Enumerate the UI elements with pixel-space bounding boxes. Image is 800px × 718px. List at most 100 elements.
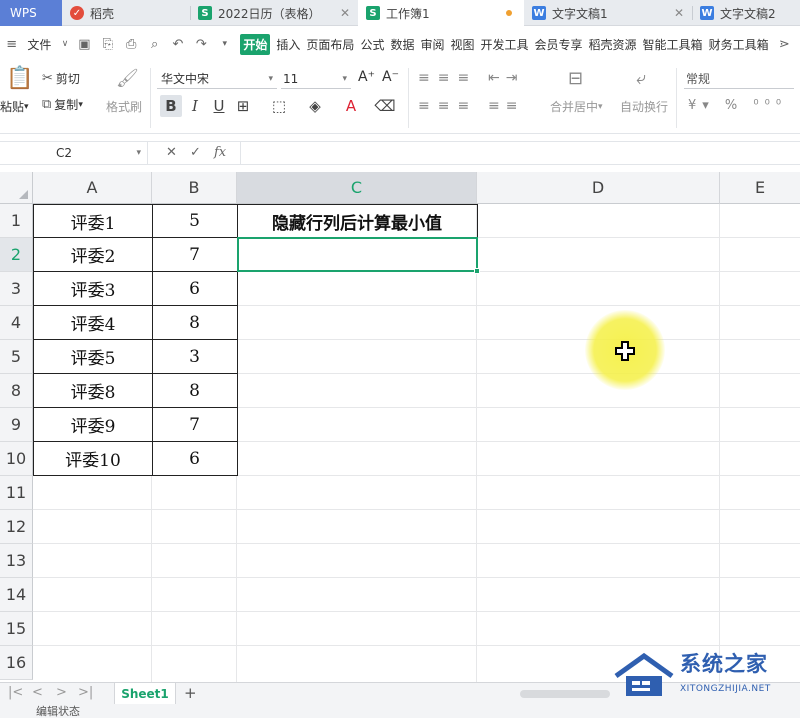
cell-a4[interactable]: 评委4 [33, 306, 153, 340]
cell-a9[interactable]: 评委9 [33, 408, 153, 442]
function-icon[interactable]: fx [214, 145, 226, 160]
horizontal-scrollbar[interactable] [520, 690, 610, 698]
tab-workbook[interactable]: S 工作簿1 [358, 0, 524, 26]
active-cell-c2[interactable] [237, 237, 478, 272]
row-header[interactable]: 11 [0, 476, 33, 510]
cell-b8[interactable]: 8 [152, 374, 238, 408]
customize-icon[interactable]: ▾ [217, 36, 232, 52]
menu-finance-toolbox[interactable]: 财务工具箱 [709, 36, 769, 53]
increase-font-icon[interactable]: A⁺ [358, 69, 375, 85]
row-header[interactable]: 13 [0, 544, 33, 578]
copy-button[interactable]: ⧉ 复制 ▾ [42, 96, 83, 113]
menu-member[interactable]: 会员专享 [535, 36, 583, 53]
sheet-tab-sheet1[interactable]: Sheet1 [114, 683, 176, 705]
merge-icon[interactable]: ⊟ [568, 68, 583, 89]
add-sheet-icon[interactable]: + [184, 684, 197, 702]
menu-daoke-resources[interactable]: 稻壳资源 [589, 36, 637, 53]
number-format-select[interactable]: 常规 [684, 69, 794, 89]
export-icon[interactable]: ⎘ [100, 36, 115, 52]
cell-c1[interactable]: 隐藏行列后计算最小值 [237, 204, 478, 238]
row-header[interactable]: 8 [0, 374, 33, 408]
auto-wrap-button[interactable]: 自动换行 [620, 98, 668, 115]
menu-formulas[interactable]: 公式 [360, 36, 384, 53]
row-header[interactable]: 2 [0, 238, 33, 272]
indent-icons[interactable]: ⇤⇥ [488, 70, 523, 86]
save-icon[interactable]: ▣ [77, 36, 92, 52]
column-header-c[interactable]: C [237, 172, 477, 204]
menu-page-layout[interactable]: 页面布局 [306, 36, 354, 53]
row-header[interactable]: 5 [0, 340, 33, 374]
menu-insert[interactable]: 插入 [276, 36, 300, 53]
menu-smart-toolbox[interactable]: 智能工具箱 [643, 36, 703, 53]
row-header[interactable]: 1 [0, 204, 33, 238]
chevron-down-icon[interactable]: ∨ [57, 36, 72, 52]
row-header[interactable]: 3 [0, 272, 33, 306]
tab-doc1[interactable]: W 文字文稿1 ✕ [524, 0, 692, 26]
fill-handle[interactable] [474, 268, 480, 274]
column-header-d[interactable]: D [477, 172, 720, 204]
column-header-b[interactable]: B [152, 172, 237, 204]
cell-b2[interactable]: 7 [152, 238, 238, 272]
print-icon[interactable]: ⎙ [124, 36, 139, 52]
close-icon[interactable]: ✕ [340, 6, 350, 20]
clear-icon[interactable]: ⌫ [374, 95, 396, 117]
undo-icon[interactable]: ↶ [170, 36, 185, 52]
menu-data[interactable]: 数据 [390, 36, 414, 53]
wrap-icon[interactable]: ⤶ [636, 68, 646, 89]
number-format-icons[interactable]: ¥▾ % ⁰⁰⁰ [688, 98, 787, 113]
menu-view[interactable]: 视图 [450, 36, 474, 53]
italic-icon[interactable]: I [184, 95, 206, 117]
tab-calendar[interactable]: S 2022日历（表格） ✕ [190, 0, 358, 26]
column-header-a[interactable]: A [33, 172, 152, 204]
confirm-icon[interactable]: ✓ [190, 145, 201, 160]
hamburger-icon[interactable]: ≡ [4, 36, 19, 52]
underline-icon[interactable]: U [208, 95, 230, 117]
cell-a2[interactable]: 评委2 [33, 238, 153, 272]
font-color-icon[interactable]: A [340, 95, 362, 117]
menu-developer[interactable]: 开发工具 [481, 36, 529, 53]
distribute-icons[interactable]: ≡≡ [488, 98, 523, 114]
fill-style-icon[interactable]: ⬚ [268, 95, 290, 117]
cell-a5[interactable]: 评委5 [33, 340, 153, 374]
font-name-select[interactable]: 华文中宋 ▾ [157, 69, 277, 89]
cell-b5[interactable]: 3 [152, 340, 238, 374]
cell-b10[interactable]: 6 [152, 442, 238, 476]
print-preview-icon[interactable]: ⌕ [147, 36, 162, 52]
cell-b1[interactable]: 5 [152, 204, 238, 238]
prev-sheet-icon[interactable]: < [32, 685, 43, 700]
vertical-align-icons[interactable]: ≡≡≡ [418, 70, 477, 86]
more-icon[interactable]: ⋗ [777, 36, 792, 52]
cut-button[interactable]: ✂ 剪切 [42, 70, 80, 87]
horizontal-align-icons[interactable]: ≡≡≡ [418, 98, 477, 114]
first-sheet-icon[interactable]: |< [8, 685, 23, 700]
cancel-icon[interactable]: ✕ [166, 145, 177, 160]
row-header[interactable]: 4 [0, 306, 33, 340]
row-header[interactable]: 16 [0, 646, 33, 680]
column-header-e[interactable]: E [720, 172, 800, 204]
cell-a3[interactable]: 评委3 [33, 272, 153, 306]
cell-b9[interactable]: 7 [152, 408, 238, 442]
cell-a10[interactable]: 评委10 [33, 442, 153, 476]
font-size-select[interactable]: 11 ▾ [281, 69, 351, 89]
border-icon[interactable]: ⊞ [232, 95, 254, 117]
row-header[interactable]: 10 [0, 442, 33, 476]
last-sheet-icon[interactable]: >| [78, 685, 93, 700]
cell-a8[interactable]: 评委8 [33, 374, 153, 408]
formula-input[interactable] [248, 145, 788, 161]
cell-b4[interactable]: 8 [152, 306, 238, 340]
merge-center-button[interactable]: 合并居中 ▾ [550, 98, 603, 115]
menu-review[interactable]: 审阅 [420, 36, 444, 53]
row-header[interactable]: 9 [0, 408, 33, 442]
fill-color-icon[interactable]: ◈ [304, 95, 326, 117]
paste-button[interactable]: 粘贴 ▾ [0, 98, 29, 115]
cell-b3[interactable]: 6 [152, 272, 238, 306]
name-box[interactable]: C2 ▾ [0, 142, 148, 164]
decrease-font-icon[interactable]: A⁻ [382, 69, 399, 85]
close-icon[interactable]: ✕ [674, 6, 684, 20]
format-painter-button[interactable]: 格式刷 [106, 98, 142, 115]
tab-daoke[interactable]: ✓ 稻壳 [62, 0, 190, 26]
bold-icon[interactable]: B [160, 95, 182, 117]
format-painter-icon[interactable]: 🖌 [116, 68, 139, 89]
row-header[interactable]: 14 [0, 578, 33, 612]
row-header[interactable]: 12 [0, 510, 33, 544]
